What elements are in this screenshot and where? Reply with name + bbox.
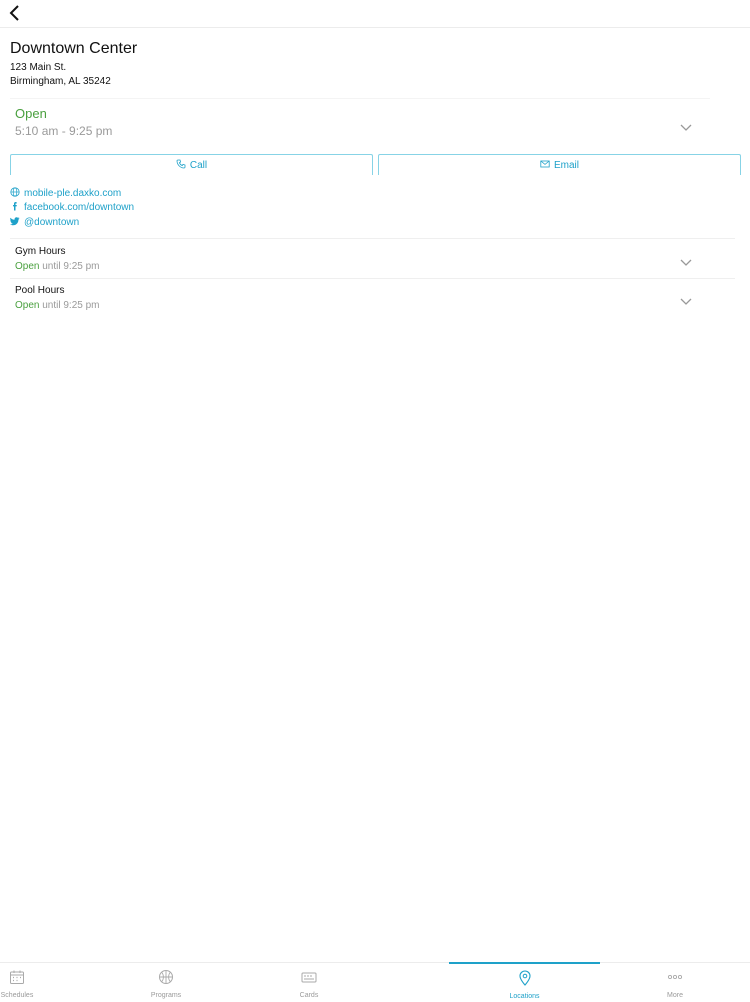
status-label: Open [15, 106, 47, 121]
twitter-link[interactable]: @downtown [10, 216, 79, 229]
map-pin-icon [517, 964, 533, 991]
chevron-down-icon [680, 254, 692, 266]
call-button[interactable]: Call [10, 154, 373, 175]
address-line-1: 123 Main St. [10, 62, 67, 73]
tab-label: Cards [299, 992, 319, 999]
basketball-icon [158, 963, 174, 990]
facebook-link[interactable]: facebook.com/downtown [10, 201, 134, 214]
divider [10, 238, 735, 239]
more-icon [667, 963, 683, 990]
status-dropdown[interactable]: Open 5:10 am - 9:25 pm [10, 98, 710, 143]
gym-hours-row[interactable]: Gym Hours Open until 9:25 pm [10, 240, 735, 278]
tab-bar: Schedules Programs Cards Locations More [0, 962, 750, 1001]
tab-schedules[interactable]: Schedules [0, 963, 92, 1001]
hours-name: Gym Hours [15, 246, 66, 257]
hours-open-label: Open [15, 261, 40, 272]
facebook-icon [10, 201, 20, 214]
hours-detail: until 9:25 pm [42, 261, 100, 272]
hours-status: Open until 9:25 pm [15, 300, 100, 311]
tab-more[interactable]: More [600, 963, 750, 1001]
hours-name: Pool Hours [15, 285, 65, 296]
address-line-2: Birmingham, AL 35242 [10, 76, 111, 87]
card-icon [301, 963, 317, 990]
tab-cards[interactable]: Cards [234, 963, 384, 1001]
globe-icon [10, 187, 20, 200]
call-label: Call [189, 159, 208, 171]
chevron-down-icon [680, 119, 692, 131]
tab-label: More [667, 992, 683, 999]
top-bar [0, 0, 750, 28]
tab-label: Programs [150, 992, 182, 999]
envelope-icon [540, 159, 550, 172]
location-name: Downtown Center [10, 40, 138, 57]
status-hours: 5:10 am - 9:25 pm [15, 124, 113, 138]
hours-detail: until 9:25 pm [42, 300, 100, 311]
hours-status: Open until 9:25 pm [15, 261, 100, 272]
chevron-down-icon [680, 293, 692, 305]
tab-label: Locations [509, 993, 540, 1000]
website-link[interactable]: mobile-ple.daxko.com [10, 187, 121, 200]
pool-hours-row[interactable]: Pool Hours Open until 9:25 pm [10, 279, 735, 317]
email-button[interactable]: Email [378, 154, 741, 175]
email-label: Email [553, 159, 579, 171]
twitter-label: @downtown [24, 217, 80, 228]
tab-locations[interactable]: Locations [449, 962, 600, 1002]
facebook-label: facebook.com/downtown [24, 202, 135, 213]
tab-programs[interactable]: Programs [91, 963, 241, 1001]
twitter-icon [10, 216, 20, 229]
hours-open-label: Open [15, 300, 40, 311]
tab-label: Schedules [0, 992, 34, 999]
phone-icon [176, 159, 186, 172]
website-label: mobile-ple.daxko.com [24, 188, 122, 199]
calendar-icon [9, 963, 25, 990]
back-icon[interactable] [6, 4, 24, 22]
